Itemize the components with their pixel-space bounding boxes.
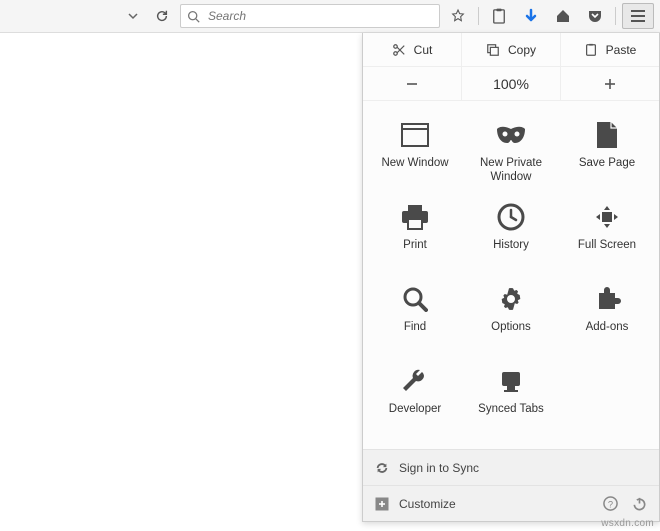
customize-label: Customize [399, 497, 456, 511]
cut-button[interactable]: Cut [363, 33, 461, 66]
zoom-level[interactable]: 100% [461, 67, 560, 100]
cut-label: Cut [414, 43, 433, 57]
sync-icon [375, 461, 389, 475]
item-label: Synced Tabs [478, 403, 544, 417]
minus-icon [406, 78, 418, 90]
new-private-window-button[interactable]: New Private Window [463, 111, 559, 193]
plus-box-icon [375, 497, 389, 511]
menu-grid: New Window New Private Window Save Page … [363, 101, 659, 449]
search-input[interactable] [206, 8, 433, 24]
item-label: New Window [381, 157, 448, 171]
printer-icon [401, 204, 429, 230]
power-icon [632, 496, 647, 511]
copy-icon [486, 43, 500, 57]
bookmark-star-button[interactable] [444, 4, 472, 28]
zoom-out-button[interactable] [363, 67, 461, 100]
scissors-icon [392, 43, 406, 57]
sign-in-row[interactable]: Sign in to Sync [363, 449, 659, 485]
mask-icon [495, 125, 527, 145]
reload-icon [155, 9, 169, 23]
synced-tabs-button[interactable]: Synced Tabs [463, 357, 559, 439]
item-label: New Private Window [463, 157, 559, 185]
item-label: History [493, 239, 529, 253]
new-window-button[interactable]: New Window [367, 111, 463, 193]
clipboard-icon [492, 8, 506, 24]
pocket-button[interactable] [581, 4, 609, 28]
paste-label: Paste [606, 43, 637, 57]
download-arrow-icon [523, 8, 539, 24]
window-icon [401, 123, 429, 147]
edit-row: Cut Copy Paste [363, 33, 659, 67]
wrench-icon [401, 367, 429, 395]
clock-icon [497, 203, 525, 231]
fullscreen-icon [594, 204, 620, 230]
developer-button[interactable]: Developer [367, 357, 463, 439]
empty-slot [559, 357, 655, 439]
help-icon: ? [603, 496, 618, 511]
copy-button[interactable]: Copy [461, 33, 560, 66]
fullscreen-button[interactable]: Full Screen [559, 193, 655, 275]
browser-toolbar [0, 0, 660, 33]
search-box[interactable] [180, 4, 440, 28]
customize-button[interactable]: Customize [375, 497, 456, 511]
svg-text:?: ? [608, 499, 613, 509]
pocket-icon [587, 8, 603, 24]
star-icon [450, 8, 466, 24]
print-button[interactable]: Print [367, 193, 463, 275]
toolbar-separator [615, 7, 616, 25]
hamburger-menu-button[interactable] [622, 3, 654, 29]
watermark: wsxdn.com [601, 518, 654, 529]
puzzle-icon [593, 285, 621, 313]
app-menu-panel: Cut Copy Paste 100% New Window New Priva… [362, 33, 660, 522]
sign-in-label: Sign in to Sync [399, 461, 479, 475]
item-label: Developer [389, 403, 441, 417]
downloads-button[interactable] [517, 4, 545, 28]
reading-list-button[interactable] [485, 4, 513, 28]
synced-tabs-icon [498, 368, 524, 394]
item-label: Find [404, 321, 426, 335]
quit-button[interactable] [632, 496, 647, 511]
options-button[interactable]: Options [463, 275, 559, 357]
url-dropdown-marker[interactable] [6, 4, 144, 28]
gear-icon [497, 285, 525, 313]
copy-label: Copy [508, 43, 536, 57]
search-icon [187, 10, 200, 23]
zoom-in-button[interactable] [560, 67, 659, 100]
zoom-row: 100% [363, 67, 659, 101]
help-button[interactable]: ? [603, 496, 618, 511]
addons-button[interactable]: Add-ons [559, 275, 655, 357]
magnifier-icon [402, 286, 428, 312]
item-label: Add-ons [586, 321, 629, 335]
toolbar-separator [478, 7, 479, 25]
reload-button[interactable] [148, 4, 176, 28]
page-icon [596, 121, 618, 149]
home-button[interactable] [549, 4, 577, 28]
paste-button[interactable]: Paste [560, 33, 659, 66]
plus-icon [604, 78, 616, 90]
item-label: Options [491, 321, 531, 335]
find-button[interactable]: Find [367, 275, 463, 357]
item-label: Print [403, 239, 427, 253]
item-label: Full Screen [578, 239, 636, 253]
customize-row: Customize ? [363, 485, 659, 521]
paste-icon [584, 43, 598, 57]
chevron-down-icon [128, 11, 138, 21]
hamburger-icon [630, 9, 646, 23]
home-icon [555, 8, 571, 24]
item-label: Save Page [579, 157, 635, 171]
history-button[interactable]: History [463, 193, 559, 275]
save-page-button[interactable]: Save Page [559, 111, 655, 193]
